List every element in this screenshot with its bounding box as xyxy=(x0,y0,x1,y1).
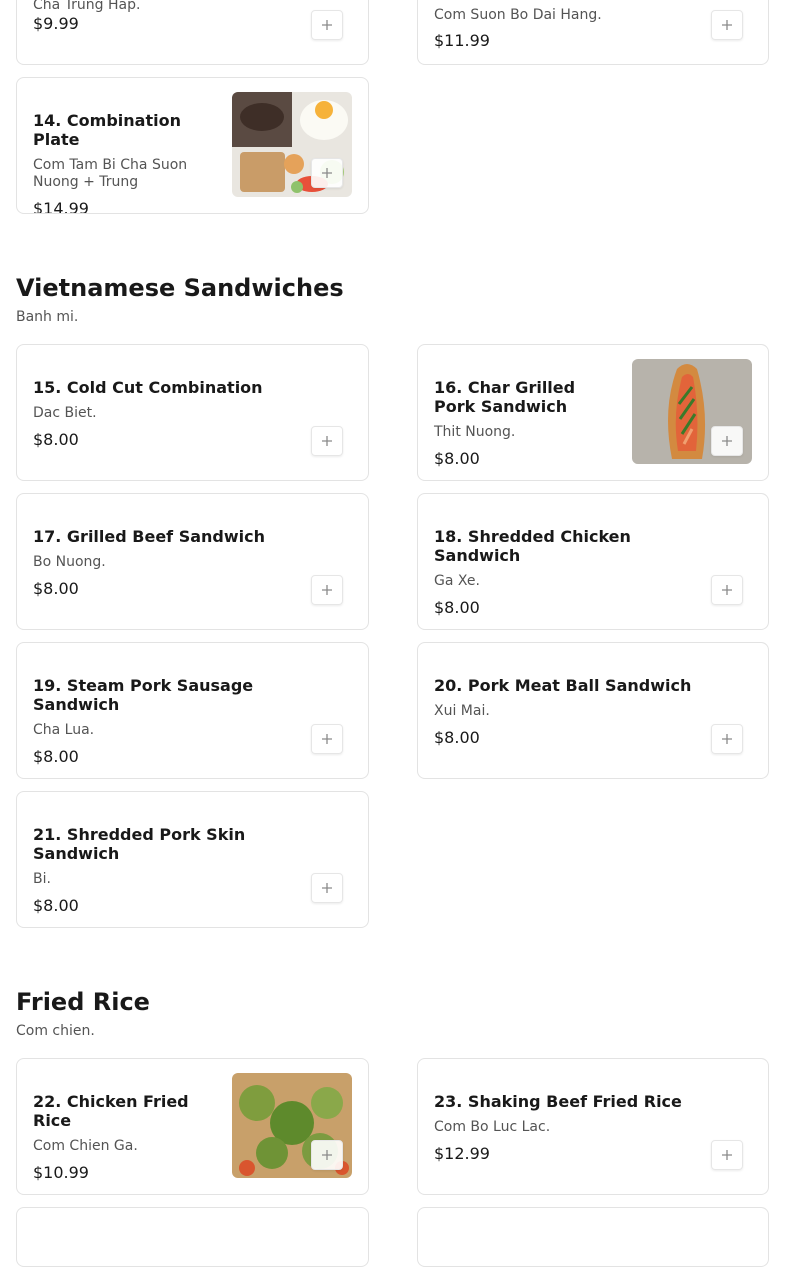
plus-icon xyxy=(322,585,332,595)
plus-icon xyxy=(722,436,732,446)
menu-item-card[interactable]: 19. Steam Pork Sausage Sandwich Cha Lua.… xyxy=(16,642,369,779)
item-price: $8.00 xyxy=(33,896,79,915)
add-to-cart-button[interactable] xyxy=(311,158,343,188)
menu-item-card[interactable]: 18. Shredded Chicken Sandwich Ga Xe. $8.… xyxy=(417,493,769,630)
item-price: $8.00 xyxy=(33,579,79,598)
add-to-cart-button[interactable] xyxy=(311,724,343,754)
item-price: $8.00 xyxy=(434,449,480,468)
add-to-cart-button[interactable] xyxy=(311,426,343,456)
item-description: Com Bo Luc Lac. xyxy=(434,1119,551,1135)
item-description: Com Tam Bi Cha Suon Nuong + Trung xyxy=(33,157,188,190)
item-title: 14. Combination Plate xyxy=(33,111,181,149)
item-title: 18. Shredded Chicken Sandwich xyxy=(434,527,631,565)
add-to-cart-button[interactable] xyxy=(711,426,743,456)
item-price: $8.00 xyxy=(33,430,79,449)
add-to-cart-button[interactable] xyxy=(311,873,343,903)
menu-item-card[interactable]: 14. Combination Plate Com Tam Bi Cha Suo… xyxy=(16,77,369,214)
item-price: $12.99 xyxy=(434,1144,490,1163)
item-title: 15. Cold Cut Combination xyxy=(33,378,263,397)
section-subtitle: Banh mi. xyxy=(16,309,79,325)
item-price: $14.99 xyxy=(33,199,89,214)
item-description: Ga Xe. xyxy=(434,573,480,589)
add-to-cart-button[interactable] xyxy=(311,1140,343,1170)
item-description: Com Chien Ga. xyxy=(33,1138,138,1154)
menu-item-card[interactable]: 17. Grilled Beef Sandwich Bo Nuong. $8.0… xyxy=(16,493,369,630)
item-description: Dac Biet. xyxy=(33,405,97,421)
add-to-cart-button[interactable] xyxy=(711,575,743,605)
add-to-cart-button[interactable] xyxy=(311,10,343,40)
item-title: 22. Chicken Fried Rice xyxy=(33,1092,189,1130)
item-title: 19. Steam Pork Sausage Sandwich xyxy=(33,676,254,714)
item-price: $8.00 xyxy=(434,728,480,747)
menu-item-card[interactable] xyxy=(417,1207,769,1267)
item-title: 16. Char Grilled Pork Sandwich xyxy=(434,378,576,416)
item-title: 23. Shaking Beef Fried Rice xyxy=(434,1092,682,1111)
item-description: Com Suon Bo Dai Hang. xyxy=(434,7,602,23)
add-to-cart-button[interactable] xyxy=(711,1140,743,1170)
section-title: Fried Rice xyxy=(16,988,150,1016)
menu-item-card[interactable]: 16. Char Grilled Pork Sandwich Thit Nuon… xyxy=(417,344,769,481)
item-price: $9.99 xyxy=(33,14,79,33)
plus-icon xyxy=(322,20,332,30)
menu-item-card[interactable]: 23. Shaking Beef Fried Rice Com Bo Luc L… xyxy=(417,1058,769,1195)
menu-item-card[interactable]: Com Suon Bo Dai Hang. $11.99 xyxy=(417,0,769,65)
item-description: Xui Mai. xyxy=(434,703,490,719)
item-description: Cha Trung Hap. xyxy=(33,0,141,13)
add-to-cart-button[interactable] xyxy=(711,10,743,40)
item-description: Bi. xyxy=(33,871,51,887)
item-price: $8.00 xyxy=(434,598,480,617)
menu-item-card[interactable]: 21. Shredded Pork Skin Sandwich Bi. $8.0… xyxy=(16,791,369,928)
plus-icon xyxy=(322,734,332,744)
item-price: $10.99 xyxy=(33,1163,89,1182)
menu-item-card[interactable]: 15. Cold Cut Combination Dac Biet. $8.00 xyxy=(16,344,369,481)
add-to-cart-button[interactable] xyxy=(711,724,743,754)
menu-item-card[interactable] xyxy=(16,1207,369,1267)
plus-icon xyxy=(722,20,732,30)
section-title: Vietnamese Sandwiches xyxy=(16,274,344,302)
item-title: 20. Pork Meat Ball Sandwich xyxy=(434,676,692,695)
plus-icon xyxy=(722,734,732,744)
item-description: Cha Lua. xyxy=(33,722,95,738)
item-price: $8.00 xyxy=(33,747,79,766)
plus-icon xyxy=(322,168,332,178)
menu-item-card[interactable]: Cha Trung Hap. $9.99 xyxy=(16,0,369,65)
item-title: 21. Shredded Pork Skin Sandwich xyxy=(33,825,246,863)
item-title: 17. Grilled Beef Sandwich xyxy=(33,527,265,546)
plus-icon xyxy=(322,883,332,893)
plus-icon xyxy=(322,436,332,446)
plus-icon xyxy=(322,1150,332,1160)
item-price: $11.99 xyxy=(434,31,490,50)
item-description: Thit Nuong. xyxy=(434,424,516,440)
add-to-cart-button[interactable] xyxy=(311,575,343,605)
item-description: Bo Nuong. xyxy=(33,554,106,570)
menu-item-card[interactable]: 22. Chicken Fried Rice Com Chien Ga. $10… xyxy=(16,1058,369,1195)
section-subtitle: Com chien. xyxy=(16,1023,95,1039)
menu-item-card[interactable]: 20. Pork Meat Ball Sandwich Xui Mai. $8.… xyxy=(417,642,769,779)
plus-icon xyxy=(722,585,732,595)
plus-icon xyxy=(722,1150,732,1160)
